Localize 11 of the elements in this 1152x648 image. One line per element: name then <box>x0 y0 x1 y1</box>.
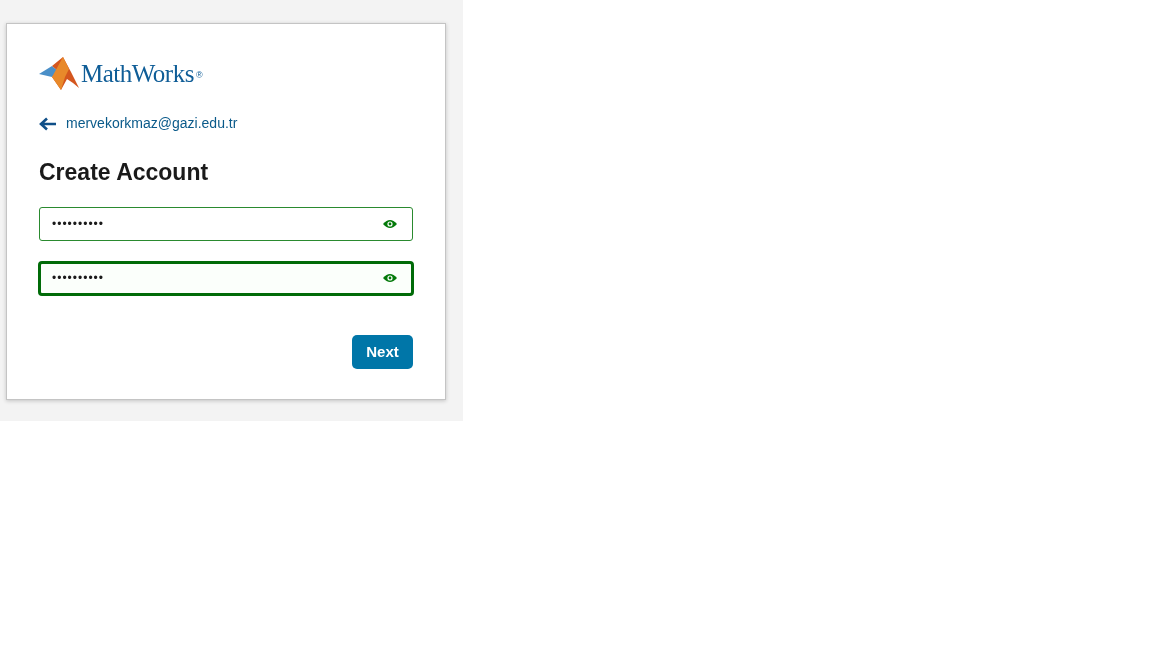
next-button[interactable]: Next <box>352 334 413 369</box>
eye-icon[interactable] <box>382 217 398 230</box>
page-heading: Create Account <box>39 158 210 187</box>
password-field[interactable]: •••••••••• <box>39 206 413 241</box>
eye-icon[interactable] <box>382 272 398 285</box>
registered-mark: ® <box>195 68 203 82</box>
password-field[interactable]: •••••••••• <box>38 260 414 296</box>
back-arrow-icon[interactable] <box>39 116 57 131</box>
logo-wordmark: MathWorks <box>81 61 194 86</box>
logo-icon <box>39 57 79 90</box>
account-email: mervekorkmaz@gazi.edu.tr <box>66 114 238 133</box>
